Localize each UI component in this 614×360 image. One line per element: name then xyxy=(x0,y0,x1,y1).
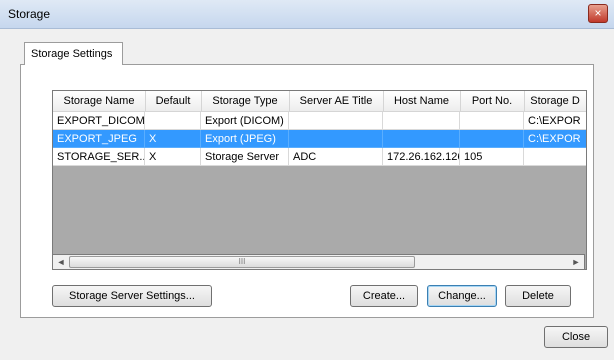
tab-label: Storage Settings xyxy=(31,48,113,60)
cell-server-ae-title: ADC xyxy=(289,148,383,166)
list-header: Storage Name Default Storage Type Server… xyxy=(53,91,586,112)
cell-storage-type: Export (DICOM) xyxy=(201,112,289,130)
change-button[interactable]: Change... xyxy=(427,285,497,307)
cell-storage-type: Storage Server xyxy=(201,148,289,166)
column-header-storage-name[interactable]: Storage Name xyxy=(53,91,146,111)
table-row[interactable]: STORAGE_SER... X Storage Server ADC 172.… xyxy=(53,148,586,166)
close-icon: × xyxy=(594,6,602,20)
cell-port-no xyxy=(460,112,524,130)
cell-server-ae-title xyxy=(289,112,383,130)
cell-storage-type: Export (JPEG) xyxy=(201,130,289,148)
cell-host-name: 172.26.162.126 xyxy=(383,148,460,166)
title-bar: Storage × xyxy=(0,0,614,29)
table-row-selected[interactable]: EXPORT_JPEG X Export (JPEG) C:\EXPOR xyxy=(53,130,586,148)
column-header-host-name[interactable]: Host Name xyxy=(383,91,461,111)
cell-storage-name: STORAGE_SER... xyxy=(53,148,145,166)
cell-storage-dir: C:\EXPOR xyxy=(524,130,586,148)
cell-default: X xyxy=(145,130,201,148)
close-button[interactable]: Close xyxy=(544,326,608,348)
cell-storage-name: EXPORT_DICOM xyxy=(53,112,145,130)
horizontal-scrollbar[interactable]: ◄ III ► xyxy=(52,254,585,270)
cell-storage-name: EXPORT_JPEG xyxy=(53,130,145,148)
cell-host-name xyxy=(383,130,460,148)
table-row[interactable]: EXPORT_DICOM Export (DICOM) C:\EXPOR xyxy=(53,112,586,130)
storage-list[interactable]: Storage Name Default Storage Type Server… xyxy=(52,90,587,270)
cell-default: X xyxy=(145,148,201,166)
storage-server-settings-button[interactable]: Storage Server Settings... xyxy=(52,285,212,307)
column-header-storage-dir[interactable]: Storage D xyxy=(524,91,586,111)
column-header-default[interactable]: Default xyxy=(145,91,202,111)
create-button[interactable]: Create... xyxy=(350,285,418,307)
column-header-storage-type[interactable]: Storage Type xyxy=(201,91,290,111)
cell-host-name xyxy=(383,112,460,130)
scroll-right-arrow-icon[interactable]: ► xyxy=(568,255,584,269)
cell-port-no xyxy=(460,130,524,148)
cell-default xyxy=(145,112,201,130)
column-header-server-ae-title[interactable]: Server AE Title xyxy=(289,91,384,111)
scroll-left-arrow-icon[interactable]: ◄ xyxy=(53,255,69,269)
scrollbar-thumb[interactable]: III xyxy=(69,256,415,268)
cell-storage-dir: C:\EXPOR xyxy=(524,112,586,130)
window-title: Storage xyxy=(8,7,51,21)
cell-server-ae-title xyxy=(289,130,383,148)
delete-button[interactable]: Delete xyxy=(505,285,571,307)
cell-storage-dir xyxy=(524,148,586,166)
column-header-port-no[interactable]: Port No. xyxy=(460,91,525,111)
cell-port-no: 105 xyxy=(460,148,524,166)
tab-storage-settings[interactable]: Storage Settings xyxy=(24,42,123,65)
window-close-button[interactable]: × xyxy=(588,4,608,23)
